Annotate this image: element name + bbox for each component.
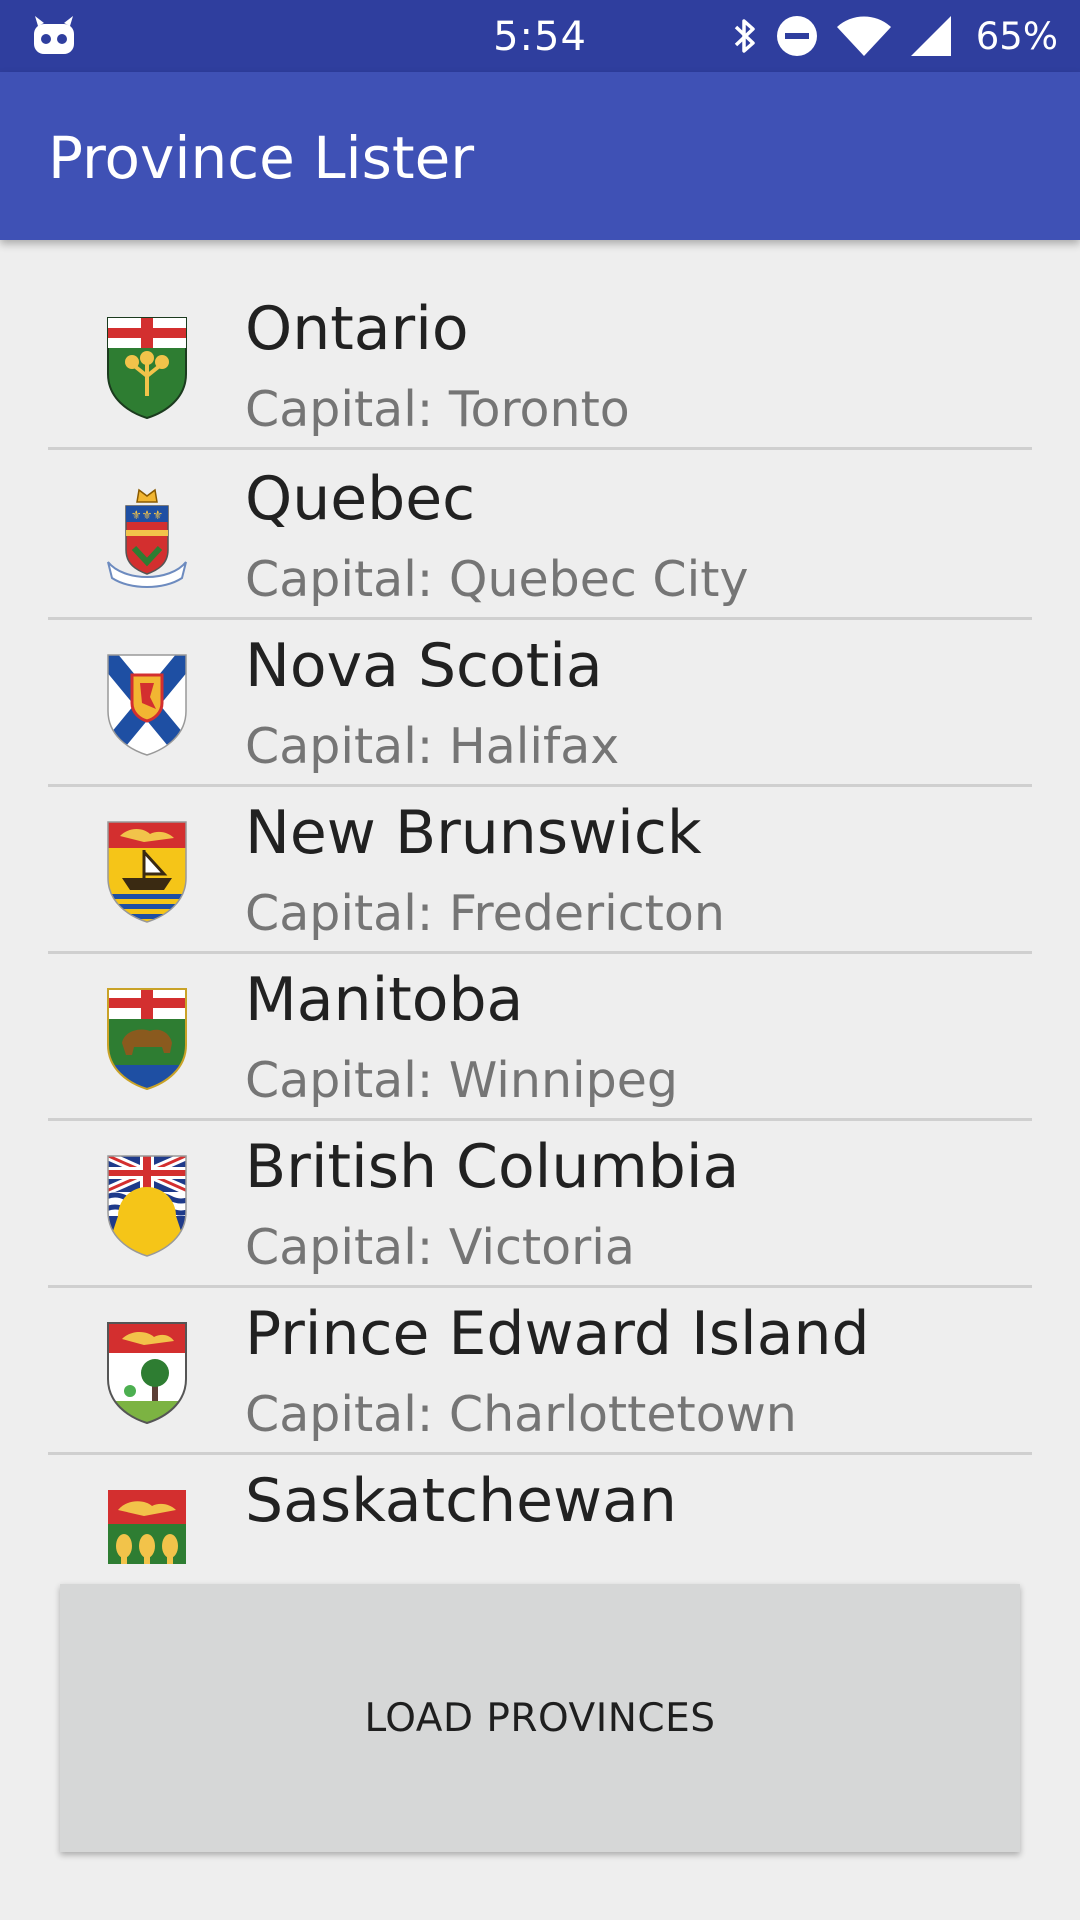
list-item-manitoba[interactable]: Manitoba Capital: Winnipeg	[48, 951, 1032, 1121]
quebec-crest-icon: ⚜⚜⚜	[107, 488, 187, 588]
list-item-prince-edward-island[interactable]: Prince Edward Island Capital: Charlottet…	[48, 1285, 1032, 1455]
list-item-saskatchewan[interactable]: Saskatchewan	[48, 1452, 1032, 1564]
load-provinces-button[interactable]: LOAD PROVINCES	[60, 1584, 1020, 1852]
province-capital: Capital: Toronto	[245, 381, 630, 438]
province-capital: Capital: Fredericton	[245, 885, 725, 942]
new-brunswick-crest-icon	[107, 821, 187, 923]
list-item-british-columbia[interactable]: British Columbia Capital: Victoria	[48, 1118, 1032, 1288]
list-item-new-brunswick[interactable]: New Brunswick Capital: Fredericton	[48, 784, 1032, 954]
battery-percentage: 65%	[975, 14, 1058, 58]
province-name: Saskatchewan	[245, 1466, 677, 1536]
app-title: Province Lister	[48, 124, 475, 192]
province-name: Quebec	[245, 464, 476, 534]
nova-scotia-crest-icon	[107, 654, 187, 756]
svg-text:⚜⚜⚜: ⚜⚜⚜	[131, 508, 163, 522]
pei-crest-icon	[107, 1322, 187, 1425]
british-columbia-crest-icon	[107, 1155, 187, 1257]
province-capital: Capital: Quebec City	[245, 551, 749, 608]
province-name: British Columbia	[245, 1132, 740, 1202]
saskatchewan-crest-icon	[108, 1490, 186, 1564]
province-capital: Capital: Halifax	[245, 718, 620, 775]
app-bar: Province Lister	[0, 72, 1080, 240]
province-capital: Capital: Winnipeg	[245, 1052, 678, 1109]
province-name: Prince Edward Island	[245, 1299, 870, 1369]
status-bar: 5:54 65%	[0, 0, 1080, 72]
cell-signal-icon	[910, 16, 951, 56]
province-capital: Capital: Charlottetown	[245, 1386, 797, 1443]
wifi-icon	[836, 16, 891, 56]
ontario-crest-icon	[107, 317, 187, 420]
province-name: Ontario	[245, 294, 469, 364]
do-not-disturb-icon	[776, 16, 817, 56]
province-name: New Brunswick	[245, 798, 702, 868]
province-capital: Capital: Victoria	[245, 1219, 635, 1276]
manitoba-crest-icon	[107, 988, 187, 1091]
province-name: Nova Scotia	[245, 631, 603, 701]
list-item-ontario[interactable]: Ontario Capital: Toronto	[48, 280, 1032, 450]
list-item-nova-scotia[interactable]: Nova Scotia Capital: Halifax	[48, 617, 1032, 787]
status-icons: 65%	[732, 0, 1058, 72]
bluetooth-icon	[734, 19, 755, 53]
list-item-quebec[interactable]: ⚜⚜⚜ Quebec Capital: Quebec City	[48, 450, 1032, 620]
province-name: Manitoba	[245, 965, 524, 1035]
province-list[interactable]: Ontario Capital: Toronto ⚜⚜⚜ Quebec Capi…	[0, 240, 1080, 1564]
